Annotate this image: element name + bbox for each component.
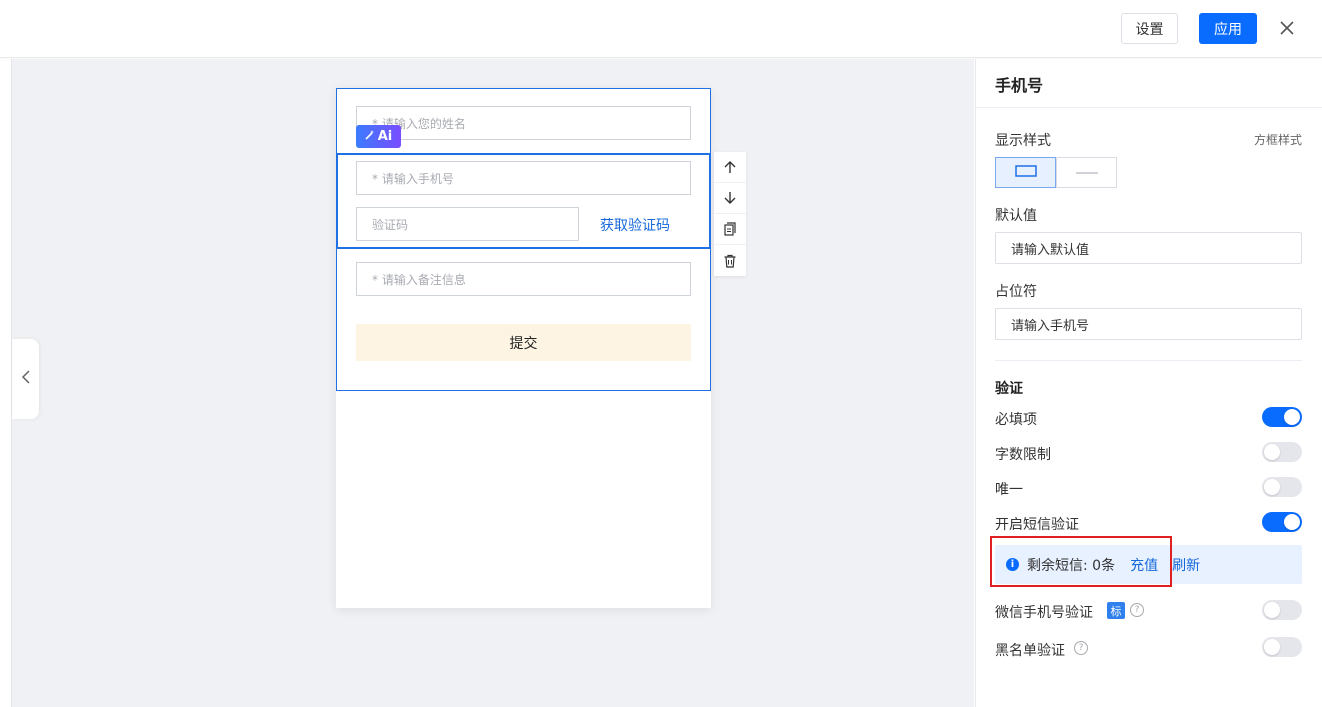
panel-title: 手机号: [995, 76, 1044, 95]
remark-placeholder: * 请输入备注信息: [372, 272, 466, 287]
box-style-option[interactable]: [995, 157, 1056, 188]
blacklist-verification-toggle[interactable]: [1262, 637, 1302, 657]
placeholder-text: 请输入手机号: [1011, 318, 1090, 334]
name-field[interactable]: * 请输入您的姓名: [356, 106, 691, 140]
move-up-icon[interactable]: [714, 152, 746, 183]
section-divider: [995, 360, 1302, 361]
close-icon[interactable]: [1276, 17, 1298, 39]
display-style-value: 方框样式: [1254, 133, 1303, 147]
default-value-input[interactable]: 请输入默认值: [995, 232, 1302, 264]
sms-verification-toggle[interactable]: [1262, 512, 1302, 532]
placeholder-input[interactable]: 请输入手机号: [995, 308, 1302, 340]
unique-label: 唯一: [995, 482, 1023, 498]
refresh-link[interactable]: 刷新: [1172, 555, 1200, 575]
apply-button[interactable]: 应用: [1199, 13, 1257, 44]
display-style-label: 显示样式: [995, 133, 1051, 149]
delete-icon[interactable]: [714, 245, 746, 276]
required-toggle[interactable]: [1262, 407, 1302, 427]
unique-toggle[interactable]: [1262, 477, 1302, 497]
magic-wand-icon: [365, 129, 376, 144]
length-limit-toggle[interactable]: [1262, 442, 1302, 462]
code-placeholder: 验证码: [372, 217, 409, 232]
standard-tag: 标: [1107, 602, 1125, 619]
line-style-option[interactable]: [1056, 157, 1117, 188]
validation-heading: 验证: [995, 381, 1023, 397]
collapse-left-panel-button[interactable]: [12, 339, 39, 419]
remark-field[interactable]: * 请输入备注信息: [356, 262, 691, 296]
verification-code-field[interactable]: 验证码: [356, 207, 579, 241]
info-icon: i: [1006, 558, 1019, 571]
move-down-icon[interactable]: [714, 183, 746, 214]
settings-button[interactable]: 设置: [1121, 13, 1178, 44]
help-icon[interactable]: ?: [1130, 603, 1144, 617]
blacklist-verification-label: 黑名单验证: [995, 643, 1065, 659]
default-value-label: 默认值: [995, 208, 1037, 224]
required-label: 必填项: [995, 412, 1037, 428]
ai-badge[interactable]: Ai: [356, 125, 401, 148]
get-code-link[interactable]: 获取验证码: [600, 215, 670, 235]
phone-field[interactable]: * 请输入手机号: [356, 161, 691, 195]
chevron-left-icon: [21, 370, 31, 388]
wechat-verification-label: 微信手机号验证: [995, 605, 1093, 621]
recharge-link[interactable]: 充值: [1130, 555, 1158, 575]
length-limit-label: 字数限制: [995, 447, 1051, 463]
copy-icon[interactable]: [714, 214, 746, 245]
sms-balance-notice: i 剩余短信: 0条 充值 刷新: [995, 545, 1302, 584]
help-icon[interactable]: ?: [1074, 641, 1088, 655]
ai-label: Ai: [377, 129, 393, 144]
submit-button[interactable]: 提交: [356, 324, 691, 361]
wechat-verification-toggle[interactable]: [1262, 600, 1302, 620]
field-toolbar: [714, 152, 746, 276]
sms-remaining-text: 剩余短信: 0条: [1027, 557, 1116, 574]
panel-divider: [975, 107, 1322, 108]
default-value-text: 请输入默认值: [1011, 242, 1090, 258]
phone-placeholder: * 请输入手机号: [372, 171, 454, 186]
sms-verification-label: 开启短信验证: [995, 517, 1079, 533]
line-style-icon: [1075, 165, 1098, 181]
top-bar: 设置 应用: [0, 0, 1322, 58]
box-style-icon: [1014, 164, 1037, 181]
placeholder-label: 占位符: [995, 284, 1037, 300]
